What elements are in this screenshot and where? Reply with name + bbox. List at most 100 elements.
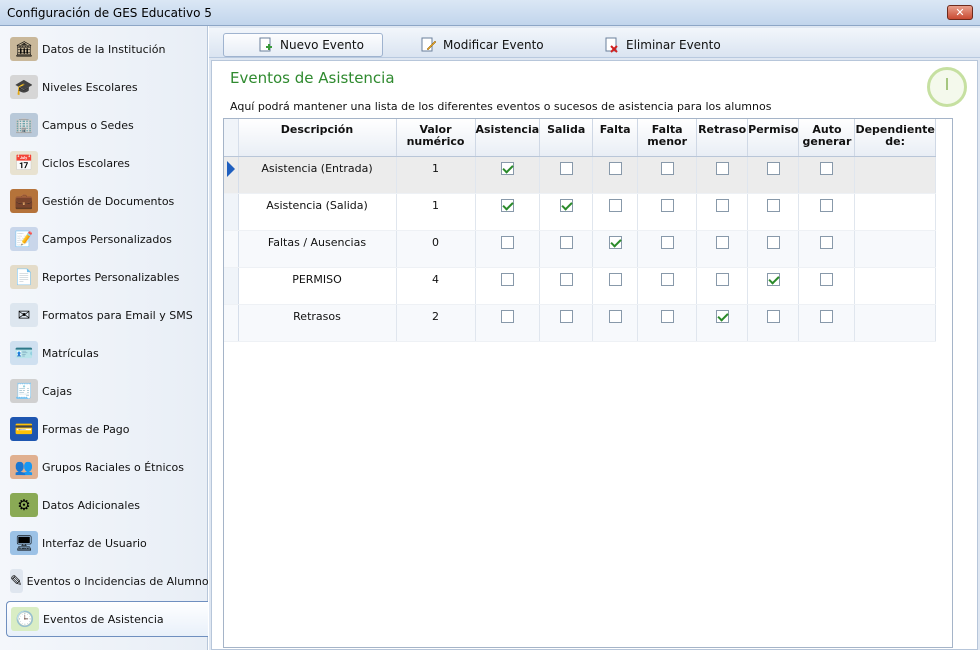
retraso-checkbox[interactable]	[715, 272, 729, 286]
cell-dependiente[interactable]	[854, 304, 936, 342]
auto-checkbox[interactable]	[820, 161, 834, 175]
cell-falta_menor[interactable]	[637, 156, 698, 194]
permiso-checkbox[interactable]	[766, 309, 780, 323]
asistencia-checkbox[interactable]	[500, 198, 514, 212]
falta_menor-checkbox[interactable]	[660, 161, 674, 175]
events-grid[interactable]: Descripción Valor numérico Asistencia Salida…	[223, 118, 953, 648]
cell-asistencia[interactable]	[475, 267, 541, 305]
sidebar-item-4[interactable]: 💼 Gestión de Documentos	[6, 183, 208, 219]
cell-valor[interactable]: 1	[396, 193, 476, 231]
cell-retraso[interactable]	[696, 304, 749, 342]
cell-descripcion[interactable]: Asistencia (Entrada)	[238, 156, 397, 194]
cell-auto[interactable]	[798, 230, 856, 268]
column-header-dependiente[interactable]: Dependiente de:	[854, 119, 936, 157]
falta-checkbox[interactable]	[608, 272, 622, 286]
cell-valor[interactable]: 2	[396, 304, 476, 342]
cell-asistencia[interactable]	[475, 230, 541, 268]
falta-checkbox[interactable]	[608, 235, 622, 249]
auto-checkbox[interactable]	[820, 198, 834, 212]
auto-checkbox[interactable]	[820, 272, 834, 286]
cell-auto[interactable]	[798, 156, 856, 194]
row-selector[interactable]	[224, 193, 239, 231]
cell-auto[interactable]	[798, 304, 856, 342]
permiso-checkbox[interactable]	[766, 235, 780, 249]
cell-retraso[interactable]	[696, 267, 749, 305]
cell-falta[interactable]	[592, 193, 639, 231]
sidebar-item-11[interactable]: 👥 Grupos Raciales o Étnicos	[6, 449, 208, 485]
auto-checkbox[interactable]	[820, 309, 834, 323]
asistencia-checkbox[interactable]	[500, 235, 514, 249]
cell-permiso[interactable]	[747, 304, 800, 342]
cell-valor[interactable]: 4	[396, 267, 476, 305]
row-selector[interactable]	[224, 156, 239, 194]
column-header-retraso[interactable]: Retraso	[696, 119, 749, 157]
falta-checkbox[interactable]	[608, 161, 622, 175]
cell-descripcion[interactable]: Asistencia (Salida)	[238, 193, 397, 231]
salida-checkbox[interactable]	[559, 309, 573, 323]
cell-salida[interactable]	[539, 230, 594, 268]
permiso-checkbox[interactable]	[766, 161, 780, 175]
permiso-checkbox[interactable]	[766, 272, 780, 286]
sidebar-item-3[interactable]: 📅 Ciclos Escolares	[6, 145, 208, 181]
cell-permiso[interactable]	[747, 193, 800, 231]
close-button[interactable]: ✕	[947, 5, 973, 20]
cell-auto[interactable]	[798, 267, 856, 305]
asistencia-checkbox[interactable]	[500, 309, 514, 323]
cell-asistencia[interactable]	[475, 156, 541, 194]
column-header-asistencia[interactable]: Asistencia	[475, 119, 541, 157]
falta_menor-checkbox[interactable]	[660, 235, 674, 249]
cell-falta_menor[interactable]	[637, 304, 698, 342]
cell-permiso[interactable]	[747, 267, 800, 305]
sidebar-item-14[interactable]: ✎ Eventos o Incidencias de Alumnos	[6, 563, 214, 599]
salida-checkbox[interactable]	[559, 235, 573, 249]
delete-event-button[interactable]: Eliminar Evento	[604, 33, 721, 57]
cell-falta_menor[interactable]	[637, 230, 698, 268]
asistencia-checkbox[interactable]	[500, 272, 514, 286]
salida-checkbox[interactable]	[559, 161, 573, 175]
cell-falta[interactable]	[592, 267, 639, 305]
permiso-checkbox[interactable]	[766, 198, 780, 212]
cell-permiso[interactable]	[747, 156, 800, 194]
cell-retraso[interactable]	[696, 193, 749, 231]
cell-descripcion[interactable]: Retrasos	[238, 304, 397, 342]
cell-asistencia[interactable]	[475, 193, 541, 231]
column-header-falta_menor[interactable]: Falta menor	[637, 119, 698, 157]
sidebar-item-15[interactable]: 🕒 Eventos de Asistencia	[6, 601, 208, 637]
falta_menor-checkbox[interactable]	[660, 272, 674, 286]
cell-retraso[interactable]	[696, 156, 749, 194]
cell-descripcion[interactable]: PERMISO	[238, 267, 397, 305]
column-header-descripcion[interactable]: Descripción	[238, 119, 397, 157]
sidebar-item-5[interactable]: 📝 Campos Personalizados	[6, 221, 208, 257]
cell-asistencia[interactable]	[475, 304, 541, 342]
table-row[interactable]: PERMISO 4	[224, 267, 936, 305]
cell-falta_menor[interactable]	[637, 267, 698, 305]
cell-salida[interactable]	[539, 304, 594, 342]
table-row[interactable]: Faltas / Ausencias 0	[224, 230, 936, 268]
cell-falta_menor[interactable]	[637, 193, 698, 231]
cell-dependiente[interactable]	[854, 267, 936, 305]
sidebar-item-12[interactable]: ⚙ Datos Adicionales	[6, 487, 208, 523]
cell-salida[interactable]	[539, 267, 594, 305]
cell-valor[interactable]: 0	[396, 230, 476, 268]
cell-valor[interactable]: 1	[396, 156, 476, 194]
column-header-falta[interactable]: Falta	[592, 119, 639, 157]
falta_menor-checkbox[interactable]	[660, 198, 674, 212]
cell-dependiente[interactable]	[854, 156, 936, 194]
cell-dependiente[interactable]	[854, 230, 936, 268]
row-selector[interactable]	[224, 230, 239, 268]
column-header-permiso[interactable]: Permiso	[747, 119, 800, 157]
sidebar-item-13[interactable]: 🖥 Interfaz de Usuario	[6, 525, 208, 561]
cell-dependiente[interactable]	[854, 193, 936, 231]
asistencia-checkbox[interactable]	[500, 161, 514, 175]
retraso-checkbox[interactable]	[715, 235, 729, 249]
table-row[interactable]: Retrasos 2	[224, 304, 936, 342]
column-header-valor[interactable]: Valor numérico	[396, 119, 476, 157]
new-event-button[interactable]: Nuevo Evento	[223, 33, 383, 57]
cell-falta[interactable]	[592, 230, 639, 268]
sidebar-item-0[interactable]: 🏛 Datos de la Institución	[6, 31, 208, 67]
sidebar-item-2[interactable]: 🏢 Campus o Sedes	[6, 107, 208, 143]
salida-checkbox[interactable]	[559, 272, 573, 286]
falta_menor-checkbox[interactable]	[660, 309, 674, 323]
auto-checkbox[interactable]	[820, 235, 834, 249]
row-selector[interactable]	[224, 304, 239, 342]
